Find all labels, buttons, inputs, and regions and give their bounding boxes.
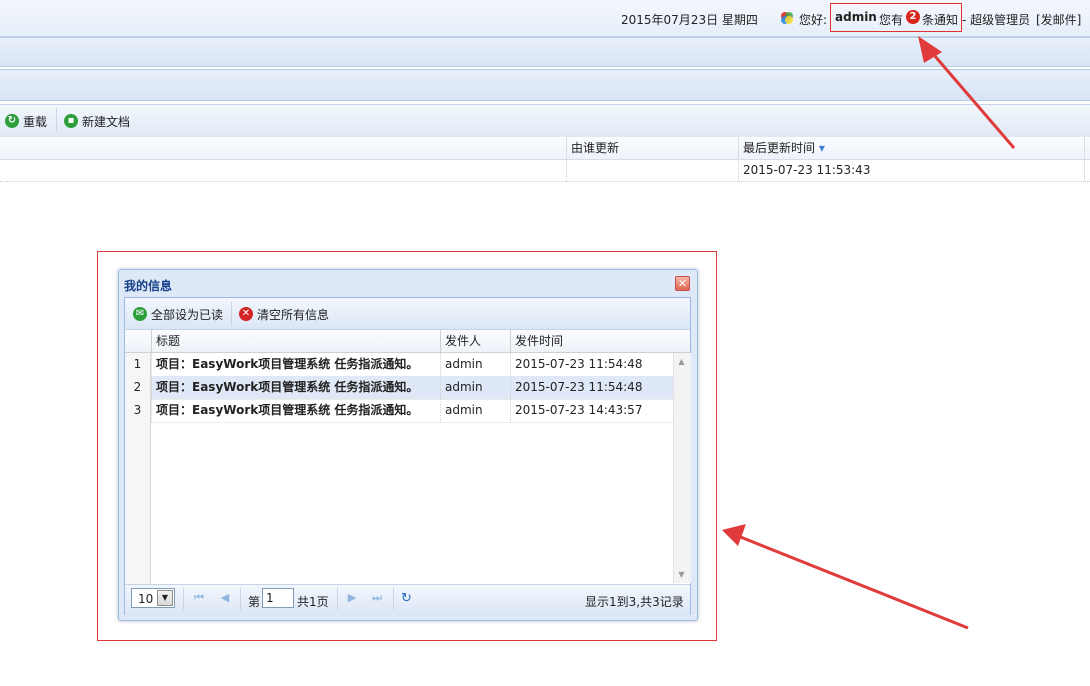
arrow-to-notification <box>918 36 1016 149</box>
annotation-arrows <box>722 36 1016 630</box>
arrow-to-dialog <box>722 524 969 630</box>
